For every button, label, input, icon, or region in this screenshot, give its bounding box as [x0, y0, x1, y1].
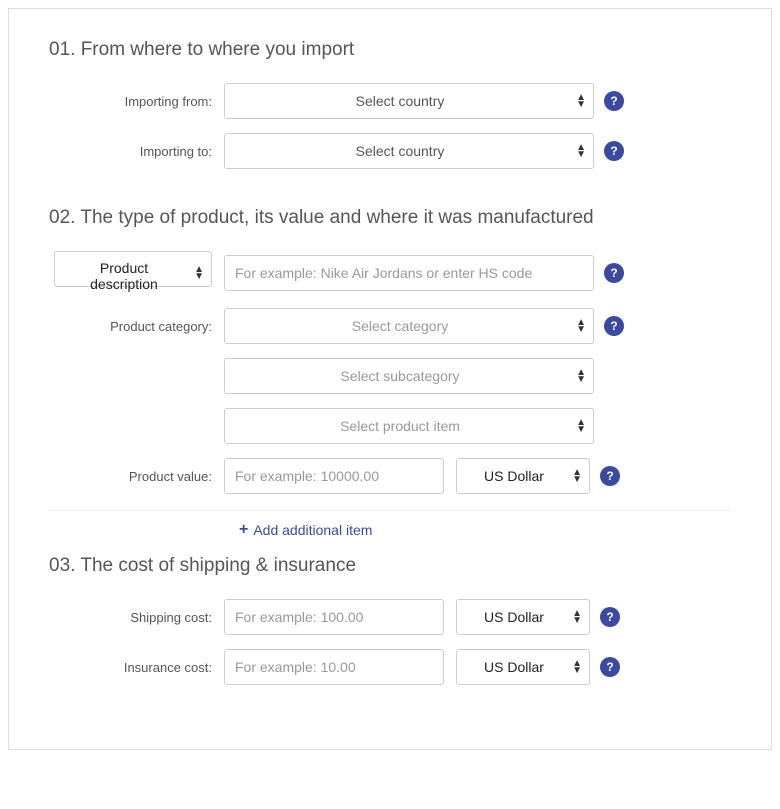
input-insurance-cost[interactable]: [224, 649, 444, 685]
row-product-value: Product value: US Dollar ▲▼ ?: [49, 458, 731, 494]
label-insurance-cost: Insurance cost:: [49, 660, 224, 675]
select-importing-from[interactable]: Select country: [224, 83, 594, 119]
input-shipping-cost[interactable]: [224, 599, 444, 635]
select-product-category[interactable]: Select category: [224, 308, 594, 344]
input-product-description[interactable]: [224, 255, 594, 291]
add-item-button[interactable]: + Add additional item: [239, 521, 372, 539]
select-product-subcategory[interactable]: Select subcategory: [224, 358, 594, 394]
help-icon[interactable]: ?: [604, 316, 624, 336]
row-product-description: Product description ▲▼ ?: [49, 251, 731, 294]
help-icon[interactable]: ?: [604, 141, 624, 161]
select-shipping-currency[interactable]: US Dollar: [456, 599, 590, 635]
row-insurance-cost: Insurance cost: US Dollar ▲▼ ?: [49, 649, 731, 685]
help-icon[interactable]: ?: [604, 263, 624, 283]
label-product-category: Product category:: [49, 319, 224, 334]
select-description-type[interactable]: Product description: [54, 251, 212, 287]
section-title-02: 02. The type of product, its value and w…: [49, 207, 731, 229]
select-insurance-currency[interactable]: US Dollar: [456, 649, 590, 685]
plus-icon: +: [239, 521, 248, 539]
row-shipping-cost: Shipping cost: US Dollar ▲▼ ?: [49, 599, 731, 635]
row-product-item: Select product item ▲▼: [49, 408, 731, 444]
label-importing-to: Importing to:: [49, 144, 224, 159]
select-importing-to[interactable]: Select country: [224, 133, 594, 169]
section-title-01: 01. From where to where you import: [49, 39, 731, 61]
section-product: 02. The type of product, its value and w…: [49, 207, 731, 539]
row-importing-from: Importing from: Select country ▲▼ ?: [49, 83, 731, 119]
help-icon[interactable]: ?: [604, 91, 624, 111]
row-product-category: Product category: Select category ▲▼ ?: [49, 308, 731, 344]
row-importing-to: Importing to: Select country ▲▼ ?: [49, 133, 731, 169]
row-product-subcategory: Select subcategory ▲▼: [49, 358, 731, 394]
section-title-03: 03. The cost of shipping & insurance: [49, 555, 731, 577]
label-product-value: Product value:: [49, 469, 224, 484]
input-product-value[interactable]: [224, 458, 444, 494]
select-product-value-currency[interactable]: US Dollar: [456, 458, 590, 494]
label-importing-from: Importing from:: [49, 94, 224, 109]
section-routing: 01. From where to where you import Impor…: [49, 39, 731, 169]
divider: [49, 510, 731, 511]
add-item-label: Add additional item: [253, 522, 372, 538]
label-shipping-cost: Shipping cost:: [49, 610, 224, 625]
help-icon[interactable]: ?: [600, 657, 620, 677]
select-product-item[interactable]: Select product item: [224, 408, 594, 444]
section-shipping: 03. The cost of shipping & insurance Shi…: [49, 555, 731, 685]
help-icon[interactable]: ?: [600, 607, 620, 627]
form-container: 01. From where to where you import Impor…: [8, 8, 772, 750]
help-icon[interactable]: ?: [600, 466, 620, 486]
